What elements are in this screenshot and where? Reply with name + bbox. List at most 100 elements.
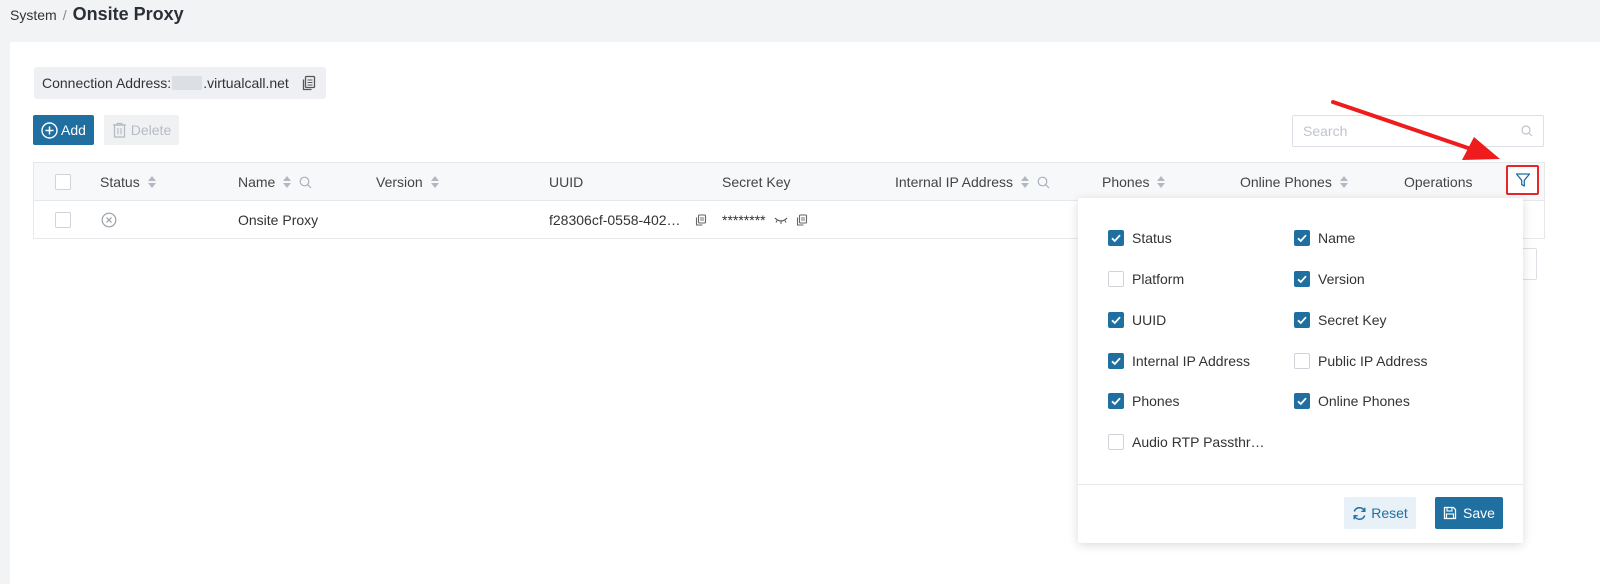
column-option-checkbox[interactable] <box>1294 230 1310 246</box>
column-option[interactable]: Version <box>1294 271 1365 287</box>
connection-address-value: .virtualcall.net <box>203 75 289 91</box>
column-filter-popover: Status Name Platform Version UUID Secret Key I… <box>1078 198 1523 543</box>
divider <box>1078 484 1523 485</box>
column-option[interactable]: Status <box>1108 230 1172 246</box>
save-button[interactable]: Save <box>1435 497 1503 529</box>
header-uuid-label: UUID <box>549 174 584 190</box>
select-all-checkbox[interactable] <box>55 174 71 190</box>
column-option-label: Phones <box>1132 393 1180 409</box>
search-icon[interactable] <box>1037 176 1050 189</box>
column-option-label: Public IP Address <box>1318 353 1428 369</box>
add-button[interactable]: Add <box>33 115 94 145</box>
delete-button[interactable]: Delete <box>104 115 179 145</box>
sort-icon[interactable] <box>1339 176 1348 188</box>
column-option-checkbox[interactable] <box>1108 393 1124 409</box>
pagination-button[interactable] <box>1523 248 1537 280</box>
column-option[interactable]: Phones <box>1108 393 1179 409</box>
connection-address-redacted <box>172 76 203 90</box>
column-option-checkbox[interactable] <box>1108 312 1124 328</box>
header-phones-label: Phones <box>1102 174 1150 190</box>
column-option-label: UUID <box>1132 312 1167 328</box>
column-option[interactable]: Audio RTP Passthr… <box>1108 434 1265 450</box>
check-icon <box>1111 234 1121 243</box>
sort-icon[interactable] <box>430 176 439 188</box>
breadcrumb-system-link[interactable]: System <box>10 7 57 23</box>
column-option-label: Name <box>1318 230 1356 246</box>
save-button-label: Save <box>1463 505 1495 521</box>
row-uuid: f28306cf-0558-402… <box>549 212 681 228</box>
column-option-label: Audio RTP Passthr… <box>1132 434 1265 450</box>
check-icon <box>1297 316 1307 325</box>
search-box <box>1292 115 1544 147</box>
header-phones[interactable]: Phones <box>1102 163 1166 201</box>
header-status-label: Status <box>100 174 140 190</box>
column-option-checkbox[interactable] <box>1294 353 1310 369</box>
header-internal-ip-label: Internal IP Address <box>895 174 1014 190</box>
search-input[interactable] <box>1303 123 1521 139</box>
sort-icon[interactable] <box>1157 176 1166 188</box>
row-name: Onsite Proxy <box>238 212 319 228</box>
delete-button-label: Delete <box>130 122 172 138</box>
column-option-label: Secret Key <box>1318 312 1387 328</box>
column-option[interactable]: Name <box>1294 230 1355 246</box>
row-secret-key-cell: ******** <box>722 201 808 239</box>
header-internal-ip[interactable]: Internal IP Address <box>895 163 1050 201</box>
select-all-checkbox-cell <box>55 163 71 201</box>
column-option[interactable]: Internal IP Address <box>1108 353 1250 369</box>
header-operations-label: Operations <box>1404 174 1473 190</box>
column-option[interactable]: Public IP Address <box>1294 353 1427 369</box>
header-online-phones-label: Online Phones <box>1240 174 1332 190</box>
column-option[interactable]: Online Phones <box>1294 393 1410 409</box>
reset-button[interactable]: Reset <box>1344 497 1416 529</box>
column-option-checkbox[interactable] <box>1108 271 1124 287</box>
eye-closed-icon[interactable] <box>774 215 788 225</box>
column-option-checkbox[interactable] <box>1294 393 1310 409</box>
reset-button-label: Reset <box>1371 505 1408 521</box>
search-icon[interactable] <box>1521 125 1533 137</box>
refresh-icon <box>1353 506 1366 520</box>
column-option-checkbox[interactable] <box>1294 312 1310 328</box>
sort-icon[interactable] <box>1021 176 1030 188</box>
column-option[interactable]: UUID <box>1108 312 1166 328</box>
add-button-label: Add <box>61 122 86 138</box>
header-operations: Operations <box>1404 163 1472 201</box>
header-name[interactable]: Name <box>238 163 312 201</box>
breadcrumb-separator: / <box>62 7 67 23</box>
filter-icon <box>1515 173 1530 187</box>
row-secret-key: ******** <box>722 212 766 228</box>
column-option-label: Version <box>1318 271 1365 287</box>
sort-icon[interactable] <box>147 176 156 188</box>
column-option-checkbox[interactable] <box>1108 230 1124 246</box>
column-option-checkbox[interactable] <box>1108 353 1124 369</box>
copy-icon[interactable] <box>796 214 808 226</box>
copy-icon[interactable] <box>301 75 317 91</box>
check-icon <box>1297 275 1307 284</box>
column-option-label: Platform <box>1132 271 1185 287</box>
header-secret-key-label: Secret Key <box>722 174 791 190</box>
connection-address-box: Connection Address: .virtualcall.net <box>34 67 326 99</box>
header-online-phones[interactable]: Online Phones <box>1240 163 1348 201</box>
breadcrumb: System / Onsite Proxy <box>10 4 184 25</box>
header-version[interactable]: Version <box>376 163 439 201</box>
column-option-label: Internal IP Address <box>1132 353 1251 369</box>
row-checkbox[interactable] <box>55 212 71 228</box>
column-option-label: Status <box>1132 230 1172 246</box>
table-header: Status Name Version UUID Secret Key Inte… <box>34 163 1544 201</box>
header-secret-key: Secret Key <box>722 163 790 201</box>
column-option-checkbox[interactable] <box>1108 434 1124 450</box>
column-option-checkbox[interactable] <box>1294 271 1310 287</box>
column-option[interactable]: Platform <box>1108 271 1184 287</box>
plus-circle-icon <box>41 121 58 139</box>
search-icon[interactable] <box>299 176 312 189</box>
row-uuid-cell: f28306cf-0558-402… <box>549 201 707 239</box>
row-status-cell <box>101 201 117 239</box>
column-option[interactable]: Secret Key <box>1294 312 1386 328</box>
check-icon <box>1297 234 1307 243</box>
header-status[interactable]: Status <box>100 163 156 201</box>
check-icon <box>1111 397 1121 406</box>
header-version-label: Version <box>376 174 423 190</box>
copy-icon[interactable] <box>695 214 707 226</box>
sort-icon[interactable] <box>283 176 292 188</box>
column-filter-button[interactable] <box>1506 165 1539 195</box>
check-icon <box>1111 357 1121 366</box>
